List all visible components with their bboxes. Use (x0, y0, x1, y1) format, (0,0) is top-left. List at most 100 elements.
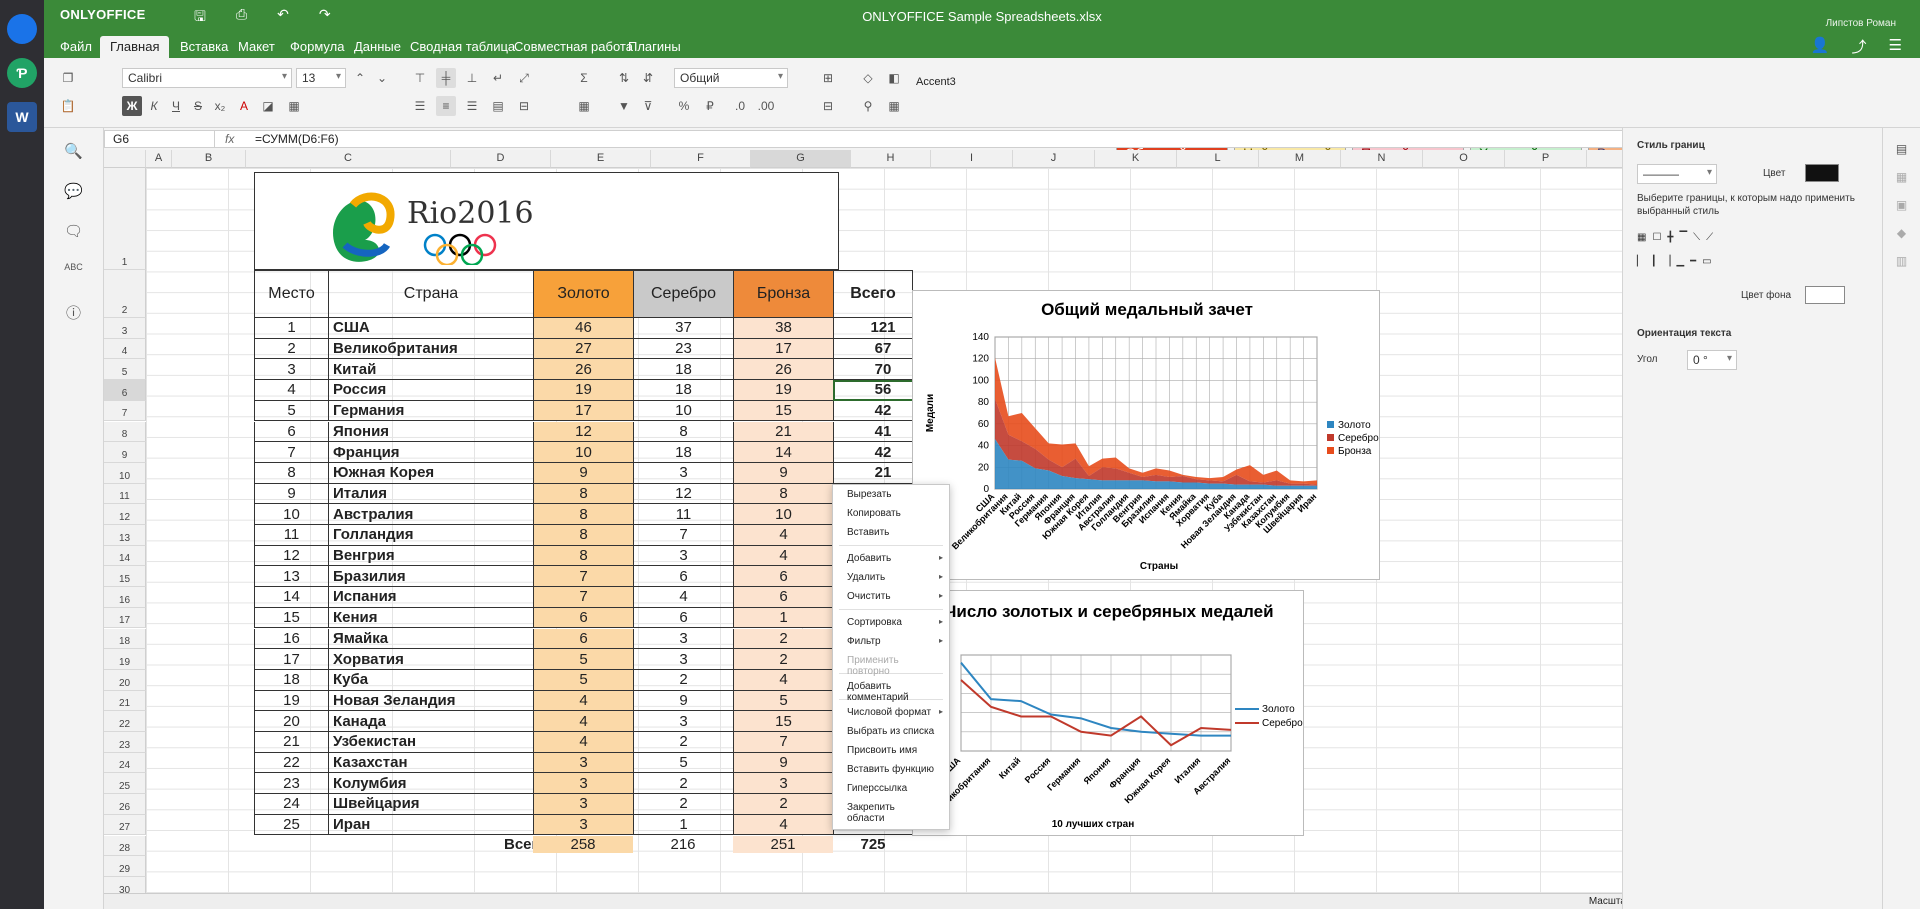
cell-bronze[interactable]: 3 (733, 773, 833, 795)
cell-gold[interactable]: 4 (533, 690, 633, 712)
angle-input[interactable]: 0 ° (1687, 350, 1737, 370)
select-all-corner[interactable] (104, 150, 146, 168)
cell-country[interactable]: Китай (328, 359, 533, 381)
align-bottom-icon[interactable]: ⊥ (462, 68, 482, 88)
cell-bronze[interactable]: 4 (733, 525, 833, 546)
menu-tab-8[interactable]: Плагины (618, 36, 691, 58)
insert-table-icon[interactable]: ▦ (574, 96, 594, 116)
cell-bronze[interactable]: 1 (733, 607, 833, 629)
row-header-15[interactable]: 15 (104, 566, 146, 588)
hamburger-menu-icon[interactable]: ☰ (1889, 36, 1902, 57)
menu-tab-1[interactable]: Главная (100, 36, 170, 58)
cell-place[interactable]: 10 (254, 504, 328, 525)
cell-bronze[interactable]: 2 (733, 628, 833, 650)
row-header-9[interactable]: 9 (104, 442, 146, 463)
row-header-10[interactable]: 10 (104, 462, 146, 484)
table-settings-icon[interactable]: ▦ (1892, 170, 1912, 184)
cell-country[interactable]: Австралия (328, 504, 533, 525)
cell-place[interactable]: 23 (254, 773, 328, 795)
total-all[interactable]: 725 (833, 836, 913, 853)
cell-silver[interactable]: 5 (633, 752, 733, 774)
increase-decimal-icon[interactable]: .00 (756, 96, 776, 116)
total-gold[interactable]: 258 (533, 836, 633, 853)
cell-gold[interactable]: 6 (533, 628, 633, 650)
function-icon[interactable]: fx (225, 132, 234, 146)
border-bottom-icon[interactable]: ▁ (1676, 256, 1684, 267)
context-menu-item-5[interactable]: Удалить ▸ (833, 568, 949, 587)
row-header-13[interactable]: 13 (104, 525, 146, 546)
border-all-icon[interactable]: ▦ (1637, 232, 1646, 243)
border-left-icon[interactable]: ▏ (1637, 256, 1645, 267)
context-menu-item-18[interactable]: Гиперссылка (833, 779, 949, 798)
border-style-select[interactable]: ——— (1637, 164, 1717, 184)
cell-silver[interactable]: 18 (633, 442, 733, 463)
row-header-28[interactable]: 28 (104, 835, 146, 857)
cell-silver[interactable]: 4 (633, 587, 733, 608)
cell-silver[interactable]: 10 (633, 400, 733, 422)
menu-tab-3[interactable]: Макет (228, 36, 285, 58)
cell-bronze[interactable]: 38 (733, 318, 833, 339)
row-header-6[interactable]: 6 (104, 380, 146, 401)
context-menu-item-0[interactable]: Вырезать (833, 485, 949, 504)
context-menu-item-8[interactable]: Сортировка ▸ (833, 613, 949, 632)
comments-icon[interactable]: 💬 (62, 182, 86, 206)
border-top-icon[interactable]: ▔ (1679, 232, 1687, 243)
delete-cells-icon[interactable]: ⊟ (818, 96, 838, 116)
row-header-2[interactable]: 2 (104, 270, 146, 318)
clear-icon[interactable]: ◇ (858, 68, 878, 88)
formula-input[interactable]: =СУММ(D6:F6) (255, 132, 339, 146)
cell-bronze[interactable]: 9 (733, 462, 833, 484)
row-header-25[interactable]: 25 (104, 773, 146, 795)
cell-gold[interactable]: 12 (533, 421, 633, 443)
text-orientation-icon[interactable]: ⤢ (514, 68, 534, 88)
context-menu-item-12[interactable]: Добавить комментарий (833, 677, 949, 703)
align-center-icon[interactable]: ≡ (436, 96, 456, 116)
row-header-18[interactable]: 18 (104, 628, 146, 650)
cell-country[interactable]: Канада (328, 711, 533, 732)
chart-gold-silver[interactable]: Число золотых и серебряных медалей Золото… (912, 590, 1304, 836)
cell-bronze[interactable]: 17 (733, 338, 833, 360)
cell-place[interactable]: 21 (254, 732, 328, 753)
cell-country[interactable]: Кения (328, 607, 533, 629)
header-silver[interactable]: Серебро (633, 270, 734, 318)
cell-bronze[interactable]: 10 (733, 504, 833, 525)
cell-gold[interactable]: 26 (533, 359, 633, 381)
cell-gold[interactable]: 4 (533, 732, 633, 753)
insert-cells-icon[interactable]: ⊞ (818, 68, 838, 88)
column-header-B[interactable]: B (172, 150, 246, 168)
clear-filter-icon[interactable]: ⊽ (638, 96, 658, 116)
cell-silver[interactable]: 2 (633, 732, 733, 753)
row-header-23[interactable]: 23 (104, 732, 146, 753)
cell-silver[interactable]: 3 (633, 711, 733, 732)
column-header-C[interactable]: C (246, 150, 451, 168)
cell-country[interactable]: Иран (328, 814, 533, 836)
cell-silver[interactable]: 6 (633, 607, 733, 629)
accent-style-label[interactable]: Accent3 (916, 76, 956, 88)
copy-style-icon[interactable]: ⚲ (858, 96, 878, 116)
cell-silver[interactable]: 8 (633, 421, 733, 443)
column-header-I[interactable]: I (931, 150, 1013, 168)
chat-icon[interactable]: 🗨 (62, 222, 86, 246)
open-location-icon[interactable]: ⤴ (1852, 36, 1867, 57)
cell-bronze[interactable]: 9 (733, 752, 833, 774)
cell-silver[interactable]: 1 (633, 814, 733, 836)
border-inner-icon[interactable]: ╋ (1667, 232, 1673, 243)
word-app-icon[interactable]: W (7, 102, 37, 132)
cell-gold[interactable]: 7 (533, 566, 633, 588)
percent-icon[interactable]: % (674, 96, 694, 116)
chart-medal-totals[interactable]: Общий медальный зачет 0 20 40 60 80 100 120 140 С… (912, 290, 1380, 580)
cell-silver[interactable]: 18 (633, 359, 733, 381)
border-right-icon[interactable]: ▕ (1663, 256, 1671, 267)
cell-silver[interactable]: 7 (633, 525, 733, 546)
cell-bronze[interactable]: 21 (733, 421, 833, 443)
cell-gold[interactable]: 5 (533, 669, 633, 691)
column-header-G[interactable]: G (751, 150, 851, 168)
cell-country[interactable]: Великобритания (328, 338, 533, 360)
context-menu-item-6[interactable]: Очистить ▸ (833, 587, 949, 606)
cell-settings-icon[interactable]: ▤ (1892, 142, 1912, 156)
border-none-icon[interactable]: ▭ (1702, 256, 1711, 267)
increase-font-icon[interactable]: ⌃ (350, 68, 370, 88)
row-header-24[interactable]: 24 (104, 752, 146, 774)
border-diag-down-icon[interactable]: ⟍ (1693, 232, 1700, 243)
row-header-3[interactable]: 3 (104, 318, 146, 339)
